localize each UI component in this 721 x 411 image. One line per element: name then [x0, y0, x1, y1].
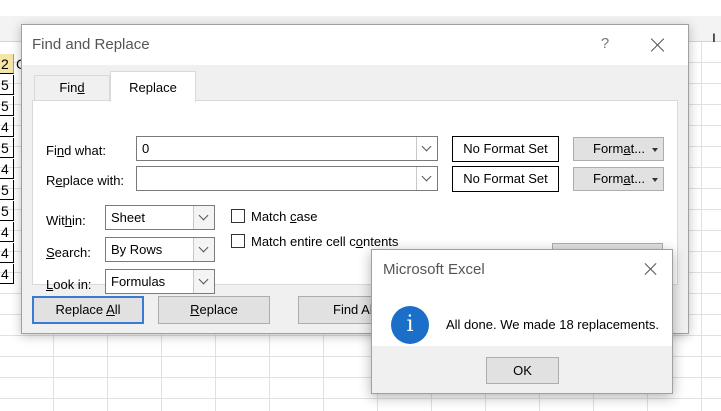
- dropdown-caret-icon: [652, 148, 658, 152]
- tab-replace[interactable]: Replace: [110, 71, 196, 102]
- message-body: i All done. We made 18 replacements.: [372, 288, 672, 346]
- data-cell[interactable]: 4: [0, 264, 14, 284]
- chevron-down-icon[interactable]: [416, 167, 437, 190]
- replace-button[interactable]: Replace: [158, 296, 270, 324]
- chevron-down-icon[interactable]: [193, 270, 214, 293]
- data-cell[interactable]: 4: [0, 117, 14, 137]
- within-select[interactable]: Sheet: [105, 205, 215, 230]
- within-value: Sheet: [111, 210, 145, 225]
- message-text: All done. We made 18 replacements.: [446, 317, 659, 332]
- look-in-select[interactable]: Formulas: [105, 269, 215, 294]
- replace-format-button[interactable]: Format...: [573, 167, 664, 191]
- replace-with-combobox[interactable]: [136, 166, 438, 191]
- info-icon: i: [391, 306, 429, 344]
- message-title: Microsoft Excel: [383, 261, 485, 278]
- find-format-button[interactable]: Format...: [573, 137, 664, 161]
- ribbon-edge: [0, 0, 721, 16]
- within-label: Within:: [46, 213, 86, 228]
- match-entire-cell-label[interactable]: Match entire cell contents: [251, 234, 398, 249]
- data-cell[interactable]: 5: [0, 96, 14, 116]
- chevron-down-icon[interactable]: [193, 238, 214, 261]
- replace-all-button[interactable]: Replace All: [32, 296, 144, 324]
- find-what-value: 0: [142, 141, 150, 156]
- data-cell[interactable]: 5: [0, 75, 14, 95]
- data-cell[interactable]: 4: [0, 243, 14, 263]
- chevron-down-icon[interactable]: [416, 137, 437, 160]
- help-button[interactable]: ?: [597, 35, 613, 55]
- match-case-checkbox[interactable]: [231, 209, 245, 223]
- search-order-select[interactable]: By Rows: [105, 237, 215, 262]
- dropdown-caret-icon: [652, 178, 658, 182]
- chevron-down-icon[interactable]: [193, 206, 214, 229]
- find-what-label: Find what:: [46, 143, 106, 158]
- find-format-preview: No Format Set: [452, 136, 559, 162]
- data-cell[interactable]: 5: [0, 180, 14, 200]
- excel-message-box: Microsoft Excel i All done. We made 18 r…: [371, 249, 673, 394]
- replace-format-preview: No Format Set: [452, 166, 559, 192]
- data-cell[interactable]: 4: [0, 222, 14, 242]
- data-cell[interactable]: 5: [0, 138, 14, 158]
- close-icon[interactable]: [648, 35, 668, 55]
- dialog-titlebar[interactable]: Find and Replace ?: [22, 25, 688, 65]
- data-cell[interactable]: 5: [0, 201, 14, 221]
- search-order-value: By Rows: [111, 242, 163, 257]
- data-cell[interactable]: 4: [0, 159, 14, 179]
- look-in-value: Formulas: [111, 274, 166, 289]
- ok-button[interactable]: OK: [486, 357, 559, 384]
- replace-with-label: Replace with:: [46, 173, 125, 188]
- close-icon[interactable]: [641, 259, 661, 279]
- dialog-title: Find and Replace: [32, 36, 150, 53]
- find-what-combobox[interactable]: 0: [136, 136, 438, 161]
- match-entire-cell-checkbox[interactable]: [231, 234, 245, 248]
- look-in-label: Look in:: [46, 277, 92, 292]
- match-case-label[interactable]: Match case: [251, 209, 317, 224]
- search-label: Search:: [46, 245, 91, 260]
- header-cell[interactable]: 2: [0, 54, 14, 74]
- message-titlebar[interactable]: Microsoft Excel: [372, 250, 672, 288]
- tab-find[interactable]: Find: [34, 75, 110, 101]
